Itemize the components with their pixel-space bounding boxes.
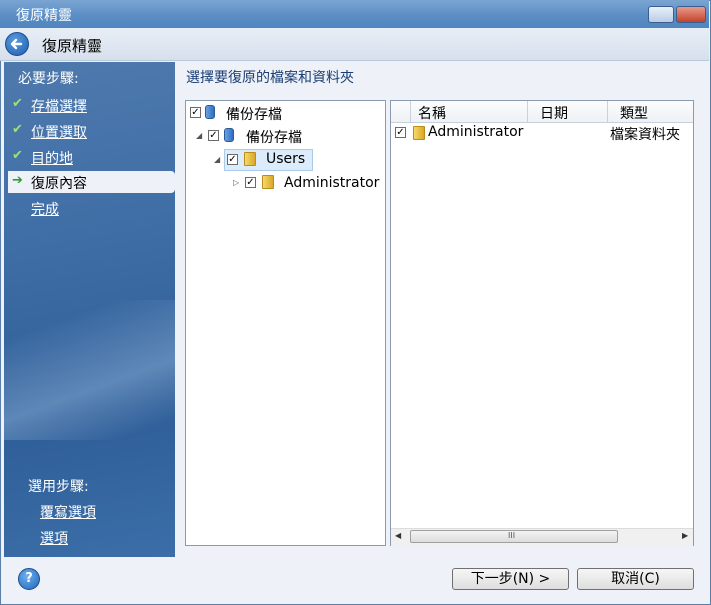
options-link[interactable]: 選項 [40,528,68,548]
checkmark-icon: ✔ [12,148,23,163]
tree-node-label: 備份存檔 [246,130,302,146]
back-arrow-icon [10,38,23,50]
column-separator[interactable] [607,101,608,122]
column-separator[interactable] [527,101,528,122]
expand-arrow-icon[interactable]: ◢ [214,155,220,164]
tree-node-label: Administrator [284,175,380,191]
window-title: 復原精靈 [16,8,72,24]
close-button[interactable] [676,6,706,23]
step-archive-selection[interactable]: ✔ 存檔選擇 [8,94,175,116]
checkmark-icon: ✔ [12,96,23,111]
folder-icon [413,126,425,140]
cancel-button[interactable]: 取消(C) [577,568,694,590]
tree-node-root[interactable]: ✓ 備份存檔 [188,104,378,124]
column-header-type[interactable]: 類型 [620,103,648,123]
tree-checkbox[interactable]: ✓ [190,107,201,118]
tree-node-administrator[interactable]: ▷ ✓ Administrator [233,174,383,194]
sidebar-decoration [4,300,175,440]
step-label: 位置選取 [31,125,87,141]
restore-button[interactable] [648,6,674,23]
step-recovery-content[interactable]: ➔ 復原內容 [8,171,175,193]
header-title: 復原精靈 [42,37,103,55]
help-button[interactable]: ? [18,568,40,590]
step-destination[interactable]: ✔ 目的地 [8,146,175,168]
folder-icon [244,152,256,166]
column-header-date[interactable]: 日期 [540,103,568,123]
step-finish[interactable]: 完成 [8,197,175,219]
archive-icon [205,105,215,119]
tree-checkbox[interactable]: ✓ [227,154,238,165]
expand-arrow-icon[interactable]: ◢ [196,131,202,140]
tree-checkbox[interactable]: ✓ [208,130,219,141]
tree-node-label: 備份存檔 [226,107,282,123]
column-separator[interactable] [410,101,411,122]
scroll-right-icon[interactable]: ▶ [682,531,688,540]
column-header-name[interactable]: 名稱 [418,103,446,123]
row-checkbox[interactable]: ✓ [395,127,406,138]
step-location-selection[interactable]: ✔ 位置選取 [8,120,175,142]
row-type: 檔案資料夾 [610,127,680,143]
folder-icon [262,175,274,189]
archive-icon [224,128,234,142]
step-label: 目的地 [31,151,73,167]
header-bar [0,28,709,61]
list-row[interactable]: ✓ Administrator 檔案資料夾 [392,124,692,144]
scrollbar-grip: III [508,531,516,540]
title-bar[interactable] [0,0,709,28]
optional-steps-heading: 選用步驟: [28,479,89,495]
arrow-right-icon: ➔ [12,173,23,188]
overwrite-options-link[interactable]: 覆寫選項 [40,502,96,522]
next-button[interactable]: 下一步(N) > [452,568,569,590]
checkmark-icon: ✔ [12,122,23,137]
collapse-arrow-icon[interactable]: ▷ [233,178,239,187]
page-title: 選擇要復原的檔案和資料夾 [186,70,354,86]
tree-node-archive[interactable]: ◢ ✓ 備份存檔 [196,127,381,147]
file-list[interactable] [390,100,694,546]
tree-node-users[interactable]: ◢ ✓ Users [214,151,314,171]
tree-node-label: Users [266,151,306,167]
row-name: Administrator [428,124,524,140]
back-button[interactable] [5,32,29,56]
step-label: 存檔選擇 [31,99,87,115]
required-steps-heading: 必要步驟: [18,71,79,87]
step-label: 復原內容 [31,176,87,192]
scroll-left-icon[interactable]: ◀ [395,531,401,540]
tree-checkbox[interactable]: ✓ [245,177,256,188]
step-label: 完成 [31,202,59,218]
